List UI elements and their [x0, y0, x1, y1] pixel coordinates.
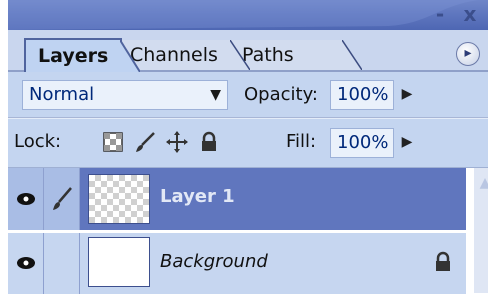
layers-scrollbar[interactable]: ▲	[474, 168, 488, 293]
scroll-up-arrow-icon[interactable]: ▲	[474, 172, 488, 194]
chevron-down-icon: ▼	[210, 87, 221, 103]
lock-move-icon[interactable]	[166, 131, 188, 153]
panel-menu-button[interactable]: ▸	[456, 42, 480, 66]
blend-mode-value: Normal	[29, 84, 95, 105]
right-arrow-circle-icon: ▸	[464, 45, 472, 61]
visibility-toggle[interactable]	[8, 233, 44, 294]
fill-slider-arrow-icon[interactable]: ▶	[396, 128, 418, 156]
opacity-label: Opacity:	[244, 84, 318, 105]
layer-locked-icon	[436, 251, 450, 271]
tab-paths-edge	[342, 40, 362, 70]
lock-paint-brush-icon[interactable]	[134, 131, 156, 153]
eye-icon	[17, 193, 35, 205]
layer-link-toggle[interactable]	[44, 168, 80, 230]
fill-label: Fill:	[286, 131, 317, 152]
blend-mode-select[interactable]: Normal ▼	[22, 80, 228, 110]
layer-name: Layer 1	[160, 186, 235, 207]
opacity-value: 100%	[337, 84, 389, 105]
layer-thumbnail	[88, 237, 150, 287]
layer-row[interactable]: Background	[8, 232, 466, 294]
tab-layers[interactable]: Layers	[24, 38, 140, 72]
lock-row: Lock: Fill: 100% ▶	[8, 118, 488, 169]
layers-list: Layer 1 Background ▲	[8, 168, 488, 294]
eye-icon	[17, 257, 35, 269]
layer-name: Background	[160, 251, 268, 272]
layer-row[interactable]: Layer 1	[8, 168, 466, 230]
window-controls: - x	[418, 0, 488, 30]
layers-panel: - x Paths Channels Layers ▸ Normal ▼ Opa…	[0, 0, 488, 294]
lock-all-icon[interactable]	[198, 131, 220, 153]
layer-link-toggle[interactable]	[44, 233, 80, 294]
tab-channels-edge	[230, 40, 250, 70]
lock-transparency-icon[interactable]	[102, 131, 124, 153]
tab-channels-label: Channels	[130, 44, 218, 66]
panel-title-bar[interactable]: - x	[8, 0, 488, 30]
title-bar-highlight	[8, 0, 478, 30]
tab-layers-label: Layers	[38, 45, 109, 67]
close-button[interactable]: x	[456, 2, 484, 26]
visibility-toggle[interactable]	[8, 168, 44, 230]
minimize-button[interactable]: -	[426, 2, 454, 26]
brush-icon	[53, 187, 72, 210]
blend-row: Normal ▼ Opacity: 100% ▶	[8, 72, 488, 118]
fill-value: 100%	[337, 132, 389, 153]
layer-thumbnail	[88, 174, 150, 224]
opacity-slider-arrow-icon[interactable]: ▶	[396, 80, 418, 108]
fill-field[interactable]: 100%	[330, 128, 394, 158]
opacity-field[interactable]: 100%	[330, 80, 394, 110]
tab-layers-edge	[120, 40, 140, 72]
lock-label: Lock:	[14, 131, 62, 152]
tab-strip: Paths Channels Layers ▸	[8, 30, 488, 72]
